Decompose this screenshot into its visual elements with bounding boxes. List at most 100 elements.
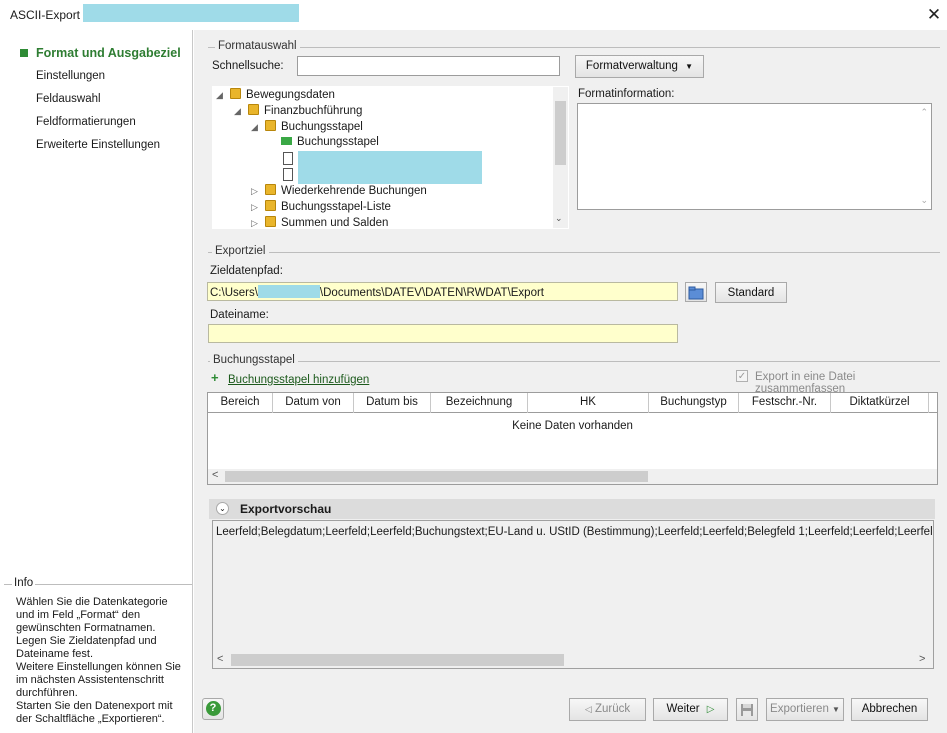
- add-buchungsstapel-link[interactable]: Buchungsstapel hinzufügen: [228, 374, 369, 386]
- sidebar-item-format-und-ausgabeziel[interactable]: Format und Ausgabeziel: [36, 46, 181, 60]
- tree-label: Buchungsstapel: [297, 136, 379, 148]
- tree-item-buchungsstapel-folder[interactable]: ◢ Buchungsstapel: [251, 120, 363, 133]
- preview-horizontal-scrollbar[interactable]: < >: [213, 652, 933, 668]
- exportziel-divider: [208, 252, 940, 253]
- sidebar-item-feldformatierungen[interactable]: Feldformatierungen: [36, 116, 136, 128]
- chevron-down-icon: ▼: [832, 705, 840, 714]
- schnellsuche-input[interactable]: [297, 56, 560, 76]
- scroll-down-icon: ⌄: [920, 195, 928, 205]
- tree-label: Bewegungsdaten: [246, 89, 335, 101]
- info-title: Info: [12, 577, 36, 589]
- redacted-tree-items[interactable]: [298, 151, 482, 184]
- column-header-festschr-nr[interactable]: Festschr.-Nr.: [739, 393, 831, 413]
- folder-icon: [265, 200, 276, 211]
- info-line: im nächsten Assistentenschritt: [16, 674, 164, 686]
- scroll-right-icon[interactable]: >: [919, 653, 925, 665]
- expanded-triangle-icon: ◢: [216, 90, 223, 100]
- scroll-left-icon[interactable]: <: [212, 469, 218, 481]
- sidebar-item-erweiterte-einstellungen[interactable]: Erweiterte Einstellungen: [36, 139, 160, 151]
- tree-item-wiederkehrende-buchungen[interactable]: ▷ Wiederkehrende Buchungen: [251, 184, 427, 197]
- exportvorschau-title: Exportvorschau: [240, 502, 332, 516]
- tree-vertical-scrollbar[interactable]: ⌄: [553, 87, 568, 228]
- help-button[interactable]: ?: [202, 698, 224, 720]
- export-preview-text: Leerfeld;Belegdatum;Leerfeld;Leerfeld;Bu…: [216, 526, 932, 538]
- table-header: Bereich Datum von Datum bis Bezeichnung …: [208, 393, 937, 413]
- scroll-down-icon[interactable]: ⌄: [555, 213, 563, 224]
- tree-label: Buchungsstapel-Liste: [281, 201, 391, 213]
- sidebar-item-einstellungen[interactable]: Einstellungen: [36, 70, 105, 82]
- chevron-down-icon: ▼: [685, 62, 694, 71]
- standard-button[interactable]: Standard: [715, 282, 787, 303]
- next-label: Weiter: [666, 703, 700, 715]
- column-header-diktatkuerzel[interactable]: Diktatkürzel: [831, 393, 929, 413]
- sidebar-item-feldauswahl[interactable]: Feldauswahl: [36, 93, 101, 105]
- schnellsuche-label: Schnellsuche:: [212, 60, 284, 72]
- redacted-title: [83, 4, 299, 22]
- table-scroll-thumb[interactable]: [225, 471, 648, 482]
- formatverwaltung-button[interactable]: Formatverwaltung ▼: [575, 55, 704, 78]
- window-title: ASCII-Export -: [10, 8, 88, 22]
- tree-label: Finanzbuchführung: [264, 105, 363, 117]
- close-icon[interactable]: ✕: [924, 5, 944, 25]
- cancel-button[interactable]: Abbrechen: [851, 698, 928, 721]
- buchungsstapel-table[interactable]: Bereich Datum von Datum bis Bezeichnung …: [207, 392, 938, 485]
- zieldatenpfad-input[interactable]: C:\Users\ \Documents\DATEV\DATEN\RWDAT\Ex…: [207, 282, 678, 301]
- folder-icon: [230, 88, 241, 99]
- format-list-icon: [281, 137, 292, 145]
- exportvorschau-panel[interactable]: Leerfeld;Belegdatum;Leerfeld;Leerfeld;Bu…: [212, 520, 934, 669]
- info-line: Starten Sie den Datenexport mit: [16, 700, 173, 712]
- column-header-datum-von[interactable]: Datum von: [273, 393, 354, 413]
- table-horizontal-scrollbar[interactable]: <: [208, 469, 937, 484]
- redacted-username: [257, 285, 320, 298]
- save-button[interactable]: [736, 698, 758, 721]
- column-header-datum-bis[interactable]: Datum bis: [354, 393, 431, 413]
- column-header-bezeichnung[interactable]: Bezeichnung: [431, 393, 528, 413]
- info-line: Wählen Sie die Datenkategorie: [16, 596, 168, 608]
- folder-icon: [265, 216, 276, 227]
- folder-icon: [265, 184, 276, 195]
- next-button[interactable]: Weiter ▷: [653, 698, 728, 721]
- buchungsstapel-divider: [208, 361, 940, 362]
- tree-item-buchungsstapel-format[interactable]: Buchungsstapel: [281, 136, 379, 148]
- tree-label: Buchungsstapel: [281, 121, 363, 133]
- tree-item-buchungsstapel-liste[interactable]: ▷ Buchungsstapel-Liste: [251, 200, 391, 213]
- formatauswahl-divider: [208, 47, 940, 48]
- tree-label: Summen und Salden: [281, 217, 389, 229]
- column-header-hk[interactable]: HK: [528, 393, 649, 413]
- exportieren-button[interactable]: Exportieren ▼: [766, 698, 844, 721]
- expanded-triangle-icon: ◢: [251, 122, 258, 132]
- exportziel-title: Exportziel: [212, 245, 269, 257]
- folder-icon: [688, 286, 704, 300]
- dateiname-label: Dateiname:: [210, 309, 269, 321]
- browse-folder-button[interactable]: [685, 282, 707, 302]
- info-line: gewünschten Formatnamen.: [16, 622, 156, 634]
- info-line: der Schaltfläche „Exportieren“.: [16, 713, 165, 725]
- merge-checkbox[interactable]: ✓: [736, 370, 748, 382]
- collapsed-triangle-icon: ▷: [251, 202, 258, 212]
- scroll-left-icon[interactable]: <: [217, 653, 223, 665]
- tree-scroll-thumb[interactable]: [555, 101, 566, 165]
- tree-item-bewegungsdaten[interactable]: ◢ Bewegungsdaten: [216, 88, 335, 101]
- exportvorschau-header[interactable]: ⌄ Exportvorschau: [209, 499, 935, 519]
- collapsed-triangle-icon: ▷: [251, 186, 258, 196]
- tree-item-finanzbuchfuehrung[interactable]: ◢ Finanzbuchführung: [234, 104, 362, 117]
- table-empty-text: Keine Daten vorhanden: [512, 420, 633, 432]
- collapse-icon[interactable]: ⌄: [216, 502, 229, 515]
- tree-item-summen-und-salden[interactable]: ▷ Summen und Salden: [251, 216, 388, 229]
- formatverwaltung-label: Formatverwaltung: [585, 60, 678, 72]
- formatauswahl-title: Formatauswahl: [215, 40, 300, 52]
- add-icon[interactable]: +: [211, 370, 219, 385]
- arrow-right-icon: ▷: [706, 704, 715, 715]
- exportieren-label: Exportieren: [770, 703, 829, 715]
- column-header-buchungstyp[interactable]: Buchungstyp: [649, 393, 739, 413]
- help-icon: ?: [205, 701, 221, 716]
- zieldatenpfad-label: Zieldatenpfad:: [210, 265, 283, 277]
- active-step-marker-icon: [20, 49, 28, 57]
- dateiname-input[interactable]: [208, 324, 678, 343]
- column-header-bereich[interactable]: Bereich: [208, 393, 273, 413]
- preview-scroll-thumb[interactable]: [231, 654, 564, 666]
- path-suffix: \Documents\DATEV\DATEN\RWDAT\Export: [319, 287, 545, 299]
- formatinformation-textarea[interactable]: ⌃ ⌄: [577, 103, 932, 210]
- back-button[interactable]: ◁ Zurück: [569, 698, 646, 721]
- info-line: Legen Sie Zieldatenpfad und: [16, 635, 157, 647]
